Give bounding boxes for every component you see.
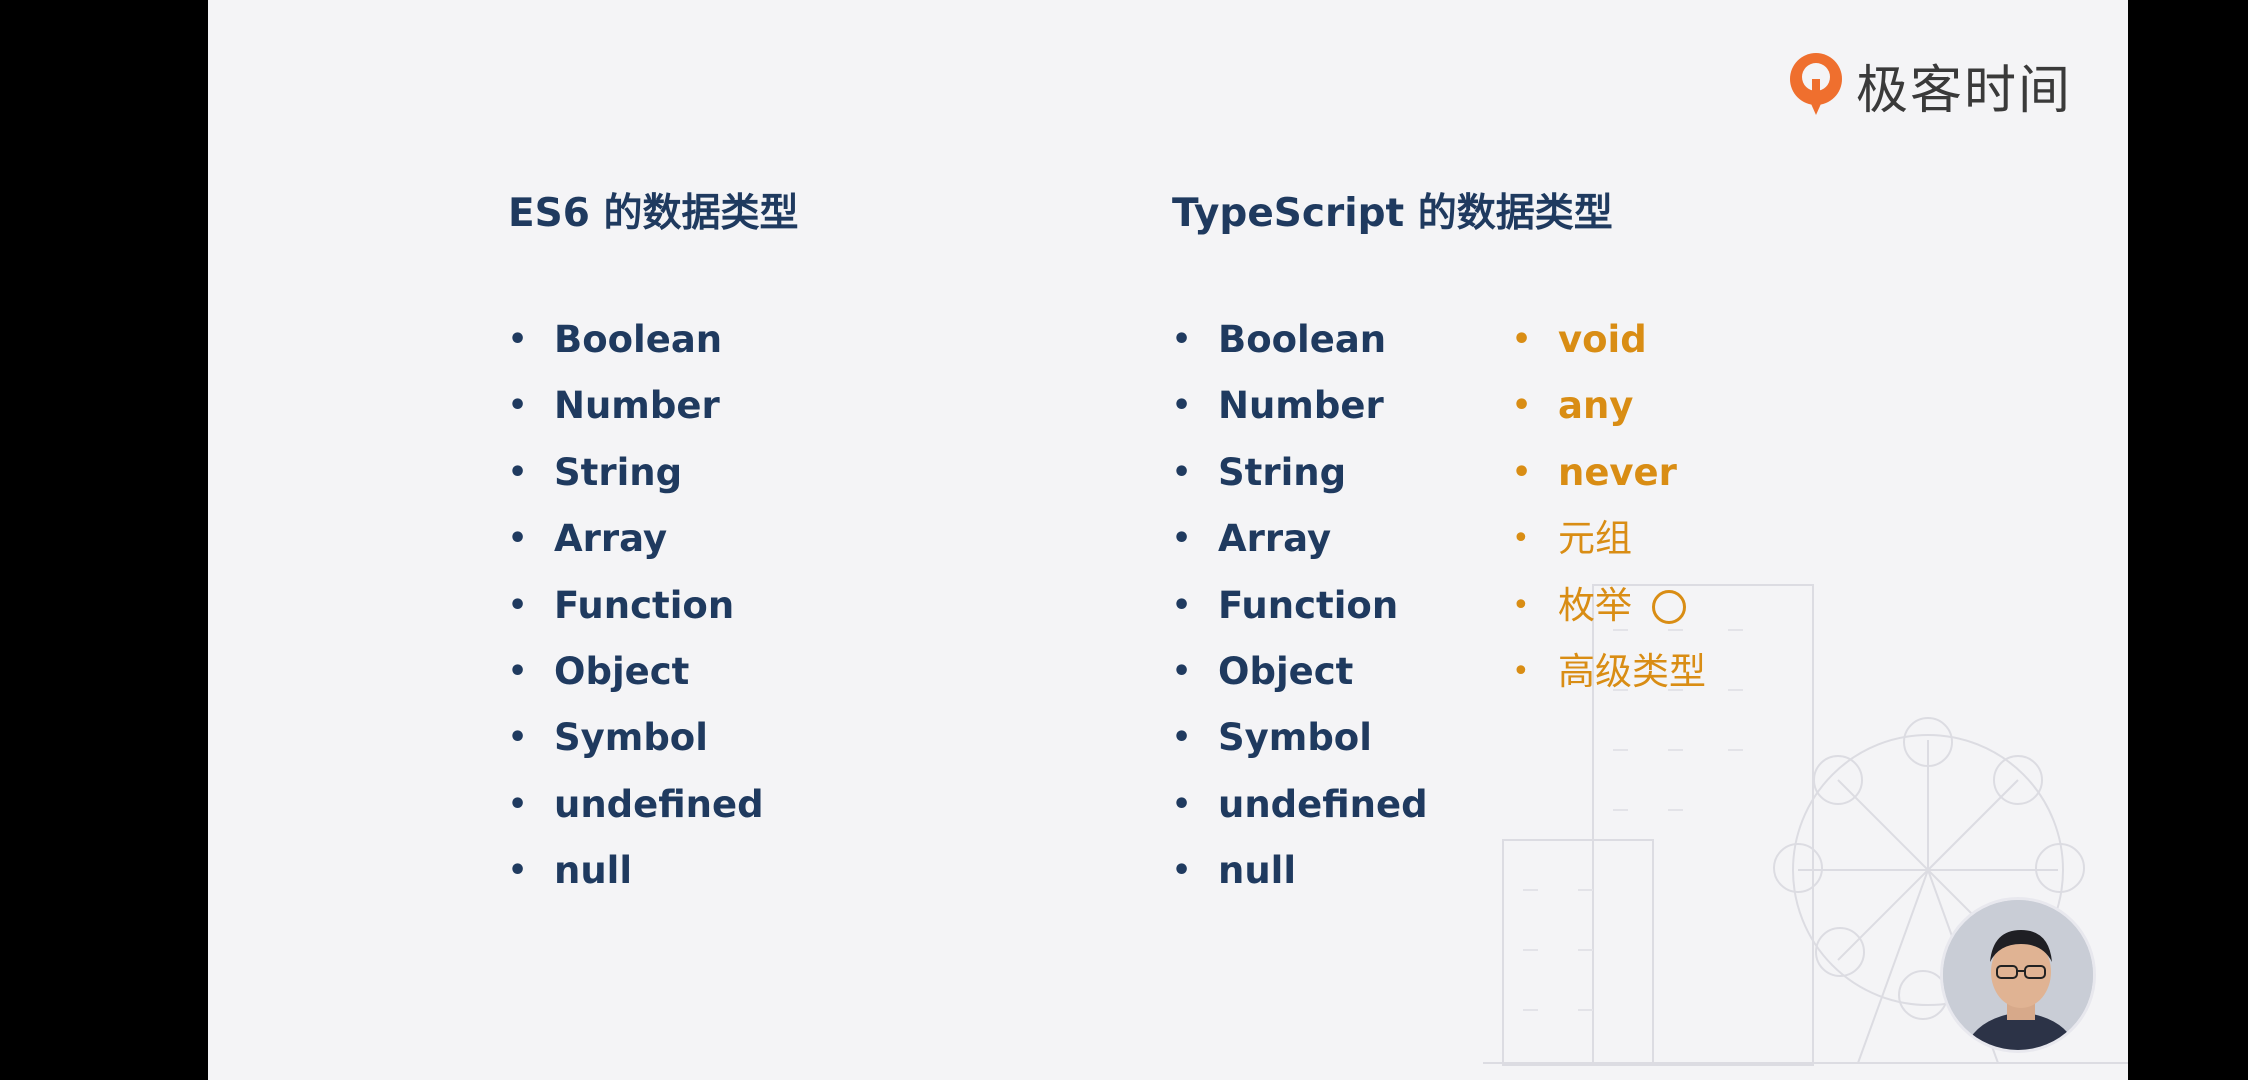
bullet-icon: • [1512, 454, 1532, 490]
presenter-avatar [1940, 897, 2096, 1053]
ts-type-item-label: Object [1218, 649, 1354, 693]
ts-extra-type-item-label: never [1558, 450, 1677, 494]
bullet-icon: • [508, 653, 528, 689]
bullet-icon: • [508, 322, 528, 357]
ts-type-item: • String [1172, 440, 1428, 506]
ts-type-item-label: Function [1218, 583, 1399, 627]
ts-extra-type-item-label: 枚举 [1558, 583, 1632, 627]
bullet-icon: • [1172, 388, 1192, 424]
bullet-icon: • [1512, 521, 1530, 557]
bullet-icon: • [1512, 322, 1532, 357]
es6-type-item: • Array [508, 506, 764, 572]
bullet-icon: • [508, 388, 528, 424]
es6-type-item: • Boolean [508, 307, 764, 373]
ts-extra-type-item: • 元组 [1512, 506, 1706, 572]
ts-type-item-label: undefined [1218, 782, 1428, 826]
ts-type-item: • Function [1172, 573, 1428, 639]
ts-type-item: • Symbol [1172, 705, 1428, 771]
annotation-circle-icon [1652, 590, 1686, 625]
bullet-icon: • [1512, 653, 1530, 689]
geekbang-logo-icon [1786, 49, 1846, 121]
es6-type-list: • Boolean • Number • String • Array • Function • Ob… [508, 307, 764, 905]
bullet-icon: • [1172, 454, 1192, 490]
es6-type-item: • Symbol [508, 705, 764, 771]
es6-type-item-label: Symbol [554, 716, 708, 760]
ts-type-item-label: Number [1218, 384, 1384, 428]
ts-extra-type-list: • void • any • never • 元组 • 枚举 • 高级类型 [1512, 307, 1706, 705]
ts-extra-type-item: • void [1512, 307, 1706, 373]
bullet-icon: • [508, 521, 528, 557]
bullet-icon: • [1512, 587, 1530, 623]
bullet-icon: • [508, 786, 528, 822]
es6-type-item-label: null [554, 849, 633, 893]
bullet-icon: • [508, 454, 528, 490]
es6-type-item-label: Object [554, 649, 690, 693]
ts-heading: TypeScript 的数据类型 [1172, 191, 1613, 236]
bullet-icon: • [1172, 653, 1192, 689]
ts-extra-type-item-label: any [1558, 384, 1634, 428]
es6-type-item-label: String [554, 450, 683, 494]
ts-type-item-label: Boolean [1218, 318, 1387, 361]
es6-type-item: • undefined [508, 772, 764, 838]
bullet-icon: • [508, 720, 528, 756]
es6-type-item: • String [508, 440, 764, 506]
ts-extra-type-item-label: void [1558, 318, 1647, 361]
bullet-icon: • [1172, 853, 1192, 889]
es6-type-item: • Number [508, 373, 764, 439]
ts-extra-type-item-label: 高级类型 [1558, 649, 1706, 693]
bullet-icon: • [1172, 587, 1192, 623]
es6-type-item: • Function [508, 573, 764, 639]
background-illustration [1483, 584, 2128, 1066]
ts-type-item: • Boolean [1172, 307, 1428, 373]
bullet-icon: • [1172, 322, 1192, 357]
bullet-icon: • [1512, 388, 1532, 424]
ts-type-item: • undefined [1172, 772, 1428, 838]
slide: 极客时间 ES6 的数据类型 TypeScript 的数据类型 • Boolean… [208, 0, 2128, 1080]
es6-heading: ES6 的数据类型 [508, 191, 799, 236]
logo-text: 极客时间 [1856, 60, 2073, 121]
logo: 极客时间 [1786, 49, 2073, 121]
ts-extra-type-item: • 枚举 [1512, 573, 1706, 639]
ts-type-list: • Boolean • Number • String • Array • Function • Ob… [1172, 307, 1428, 905]
ts-type-item: • Array [1172, 506, 1428, 572]
ts-type-item: • Object [1172, 639, 1428, 705]
ts-extra-type-item: • 高级类型 [1512, 639, 1706, 705]
ts-extra-type-item: • any [1512, 373, 1706, 439]
ts-extra-type-item: • never [1512, 440, 1706, 506]
es6-type-item-label: Boolean [554, 318, 723, 361]
bullet-icon: • [508, 587, 528, 623]
ts-type-item-label: Symbol [1218, 716, 1372, 760]
es6-type-item-label: Number [554, 384, 720, 428]
ts-type-item-label: Array [1218, 517, 1332, 561]
bullet-icon: • [508, 853, 528, 889]
ts-extra-type-item-label: 元组 [1558, 517, 1632, 561]
es6-type-item-label: Array [554, 517, 668, 561]
es6-type-item: • Object [508, 639, 764, 705]
ts-type-item: • null [1172, 838, 1428, 904]
ts-type-item: • Number [1172, 373, 1428, 439]
es6-type-item-label: undefined [554, 782, 764, 826]
ts-type-item-label: String [1218, 450, 1347, 494]
es6-type-item-label: Function [554, 583, 735, 627]
es6-type-item: • null [508, 838, 764, 904]
bullet-icon: • [1172, 521, 1192, 557]
bullet-icon: • [1172, 720, 1192, 756]
bullet-icon: • [1172, 786, 1192, 822]
ts-type-item-label: null [1218, 849, 1297, 893]
